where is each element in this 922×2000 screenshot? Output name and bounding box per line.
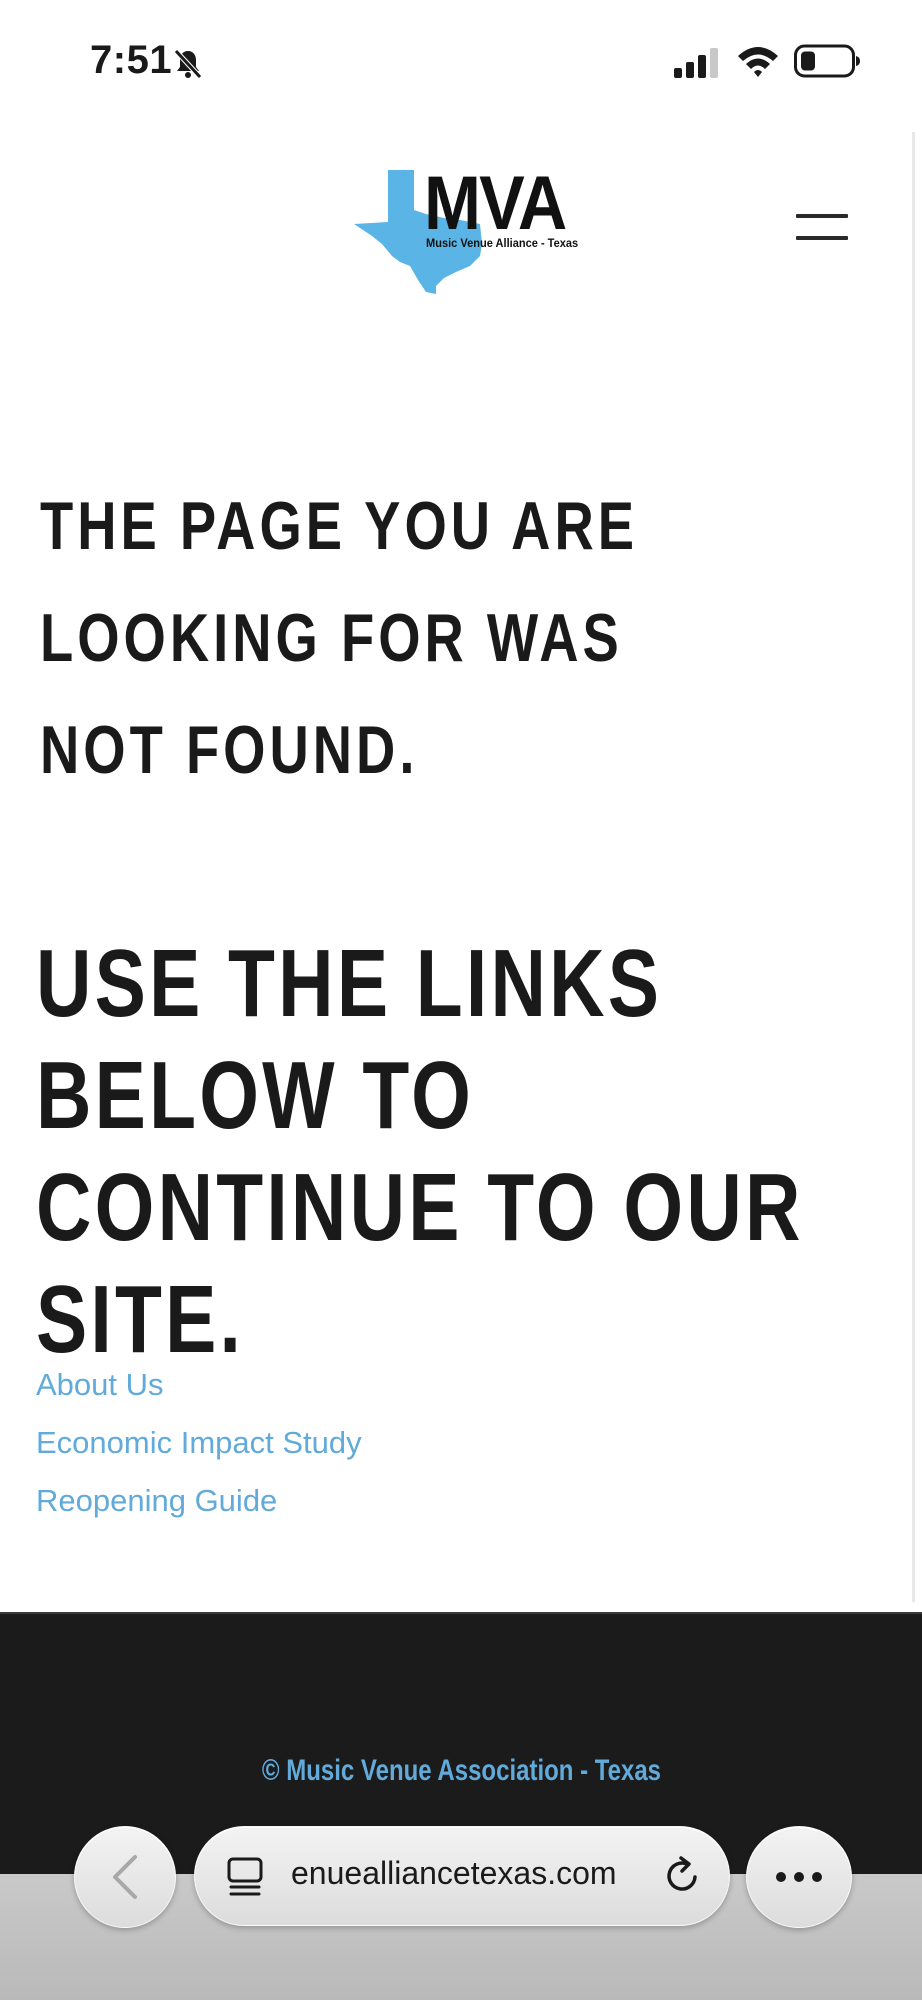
mva-logo[interactable]: MVA Music Venue Alliance - Texas	[352, 161, 578, 294]
hamburger-menu-icon[interactable]	[790, 206, 852, 246]
menu-line	[796, 214, 848, 218]
battery-icon	[794, 44, 860, 78]
more-button[interactable]	[746, 1826, 852, 1928]
menu-line	[796, 236, 848, 240]
wifi-icon	[738, 47, 778, 77]
tabs-icon	[227, 1857, 263, 1896]
link-economic-impact-study[interactable]: Economic Impact Study	[36, 1414, 362, 1472]
logo-title: MVA	[424, 161, 567, 246]
copyright-text: © Music Venue Association - Texas	[261, 1754, 661, 1787]
back-button[interactable]	[74, 1826, 176, 1928]
link-about-us[interactable]: About Us	[36, 1356, 362, 1414]
status-bar: 7:51	[0, 0, 922, 120]
not-found-heading: THE PAGE YOU ARE LOOKING FOR WAS NOT FOU…	[40, 488, 639, 788]
bell-slash-icon	[174, 49, 202, 79]
reload-icon[interactable]	[661, 1853, 705, 1899]
status-time: 7:51	[90, 38, 173, 82]
continue-heading: USE THE LINKS BELOW TO CONTINUE TO OUR S…	[36, 930, 804, 1373]
site-links: About Us Economic Impact Study Reopening…	[36, 1356, 362, 1530]
logo-subtitle: Music Venue Alliance - Texas	[426, 236, 579, 250]
link-reopening-guide[interactable]: Reopening Guide	[36, 1472, 362, 1530]
cellular-signal-icon	[674, 48, 718, 78]
more-icon	[776, 1872, 822, 1882]
scroll-indicator	[912, 132, 915, 1602]
url-text: enuealliancetexas.com	[291, 1855, 617, 1891]
footer-copyright: © Music Venue Association - Texas	[0, 1754, 922, 1788]
address-bar[interactable]: enuealliancetexas.com	[194, 1826, 730, 1926]
back-icon	[113, 1855, 137, 1899]
